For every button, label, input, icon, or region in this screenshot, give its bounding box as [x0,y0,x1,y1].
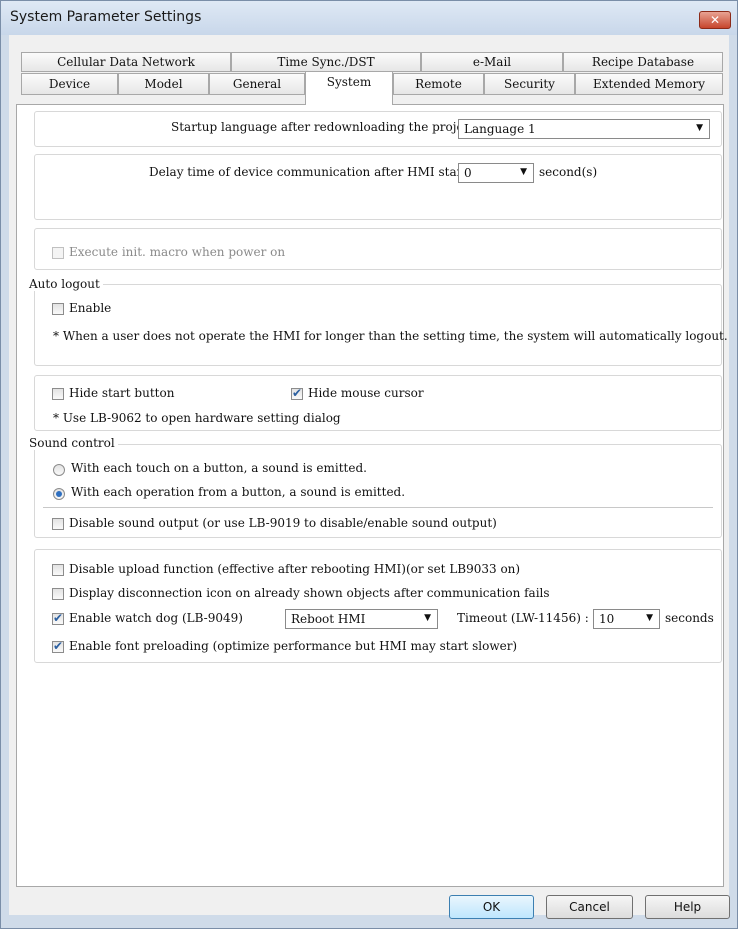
auto-logout-group [34,284,722,366]
checkmark-icon: ✔ [53,639,64,653]
window-title: System Parameter Settings [10,9,202,25]
auto-logout-enable-checkbox[interactable] [52,303,64,315]
dialog-window: System Parameter Settings ✕ Cellular Dat… [0,0,738,929]
sound-touch-label: With each touch on a button, a sound is … [71,461,367,475]
chevron-down-icon: ▼ [520,167,527,177]
tab-email[interactable]: e-Mail [421,52,563,72]
hardware-dialog-note: * Use LB-9062 to open hardware setting d… [53,411,341,425]
close-button[interactable]: ✕ [699,11,731,29]
disable-upload-checkbox[interactable] [52,564,64,576]
chevron-down-icon: ▼ [424,613,431,623]
sound-separator [43,507,713,508]
init-macro-checkbox[interactable] [52,247,64,259]
auto-logout-enable-label: Enable [69,301,112,315]
disconnect-icon-label: Display disconnection icon on already sh… [69,586,550,600]
help-button[interactable]: Help [645,895,730,919]
checkmark-icon: ✔ [292,386,303,400]
disconnect-icon-checkbox[interactable] [52,588,64,600]
tab-device[interactable]: Device [21,73,118,95]
tab-security[interactable]: Security [484,73,575,95]
delay-time-group [34,154,722,220]
tab-cellular-data-network[interactable]: Cellular Data Network [21,52,231,72]
watchdog-checkbox[interactable]: ✔ [52,611,64,625]
auto-logout-note: * When a user does not operate the HMI f… [53,329,728,343]
sound-control-legend: Sound control [29,436,118,450]
font-preload-label: Enable font preloading (optimize perform… [69,639,518,653]
tab-remote[interactable]: Remote [393,73,484,95]
chevron-down-icon: ▼ [696,123,703,133]
hide-mouse-cursor-label: Hide mouse cursor [308,386,424,400]
timeout-unit: seconds [665,611,714,625]
watchdog-action-dropdown[interactable]: Reboot HMI ▼ [285,609,438,629]
tab-extended-memory[interactable]: Extended Memory [575,73,723,95]
disable-sound-checkbox[interactable] [52,518,64,530]
disable-upload-label: Disable upload function (effective after… [69,562,521,576]
startup-language-dropdown[interactable]: Language 1 ▼ [458,119,710,139]
font-preload-checkbox[interactable]: ✔ [52,639,64,653]
close-icon: ✕ [709,13,721,27]
watchdog-action-value: Reboot HMI [291,612,366,626]
delay-time-label: Delay time of device communication after… [149,165,482,179]
tab-recipe-database[interactable]: Recipe Database [563,52,723,72]
sound-operation-label: With each operation from a button, a sou… [71,485,406,499]
timeout-label: Timeout (LW-11456) : [457,611,589,625]
sound-touch-radio[interactable] [53,464,65,476]
checkmark-icon: ✔ [53,611,64,625]
tab-model[interactable]: Model [118,73,209,95]
tab-system[interactable]: System [305,71,393,105]
radio-dot-icon [56,491,62,497]
auto-logout-legend: Auto logout [29,277,103,291]
title-bar[interactable]: System Parameter Settings ✕ [1,1,737,35]
init-macro-label: Execute init. macro when power on [69,245,286,259]
tab-time-sync-dst[interactable]: Time Sync./DST [231,52,421,72]
startup-language-label: Startup language after redownloading the… [171,120,483,134]
hide-start-button-label: Hide start button [69,386,175,400]
timeout-value: 10 [599,612,615,626]
disable-sound-label: Disable sound output (or use LB-9019 to … [69,516,497,530]
watchdog-label: Enable watch dog (LB-9049) [69,611,243,625]
delay-time-value: 0 [464,166,472,180]
chevron-down-icon: ▼ [646,613,653,623]
sound-operation-radio[interactable] [53,488,65,500]
delay-time-dropdown[interactable]: 0 ▼ [458,163,534,183]
ok-button[interactable]: OK [449,895,534,919]
delay-time-unit: second(s) [539,165,598,179]
hide-mouse-cursor-checkbox[interactable]: ✔ [291,386,303,400]
startup-language-value: Language 1 [464,122,536,136]
tab-general[interactable]: General [209,73,305,95]
timeout-dropdown[interactable]: 10 ▼ [593,609,660,629]
cancel-button[interactable]: Cancel [546,895,633,919]
hide-start-button-checkbox[interactable] [52,388,64,400]
